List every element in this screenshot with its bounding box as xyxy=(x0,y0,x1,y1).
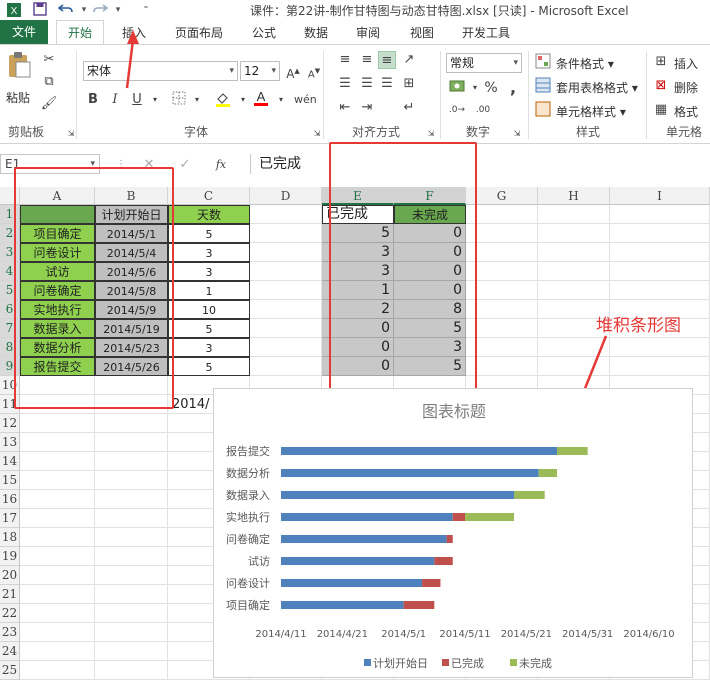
category-label: 数据录入 xyxy=(226,488,270,502)
bar-plan-start xyxy=(281,469,539,477)
x-tick-label: 2014/4/21 xyxy=(317,629,368,640)
bar-done xyxy=(434,557,453,565)
bar-plan-start xyxy=(281,579,423,587)
legend-label: 计划开始日 xyxy=(373,656,428,670)
bar-todo xyxy=(465,513,515,521)
bar-todo xyxy=(514,491,545,499)
bar-plan-start xyxy=(281,447,557,455)
bar-plan-start xyxy=(281,513,453,521)
category-label: 试访 xyxy=(248,555,270,568)
x-tick-label: 2014/5/31 xyxy=(562,629,613,640)
excel-window: X ▾ ▾ ⁼ 课件：第22讲-制作甘特图与动态甘特图.xlsx [只读] - … xyxy=(0,0,710,700)
category-label: 实地执行 xyxy=(226,510,270,524)
legend-label: 已完成 xyxy=(451,656,484,670)
x-tick-label: 2014/6/10 xyxy=(623,629,674,640)
bar-done xyxy=(446,535,453,543)
category-label: 数据分析 xyxy=(226,466,270,480)
category-label: 报告提交 xyxy=(226,444,270,458)
bar-plan-start xyxy=(281,557,435,565)
legend-swatch xyxy=(364,659,371,666)
x-tick-label: 2014/5/1 xyxy=(381,629,426,640)
bar-plan-start xyxy=(281,535,447,543)
x-tick-label: 2014/4/11 xyxy=(255,629,306,640)
bar-todo xyxy=(538,469,557,477)
bar-done xyxy=(452,513,465,521)
bar-done xyxy=(403,601,435,609)
chart-title: 图表标题 xyxy=(422,402,486,421)
x-tick-label: 2014/5/21 xyxy=(501,629,552,640)
category-label: 问卷设计 xyxy=(226,576,270,590)
chart-canvas: 图表标题项目确定 问卷设计 试访 问卷确定 实地执行 数据录入 数据分析 报告提交 2014/4… xyxy=(226,402,675,670)
annotation-label: 堆积条形图 xyxy=(596,316,681,336)
bar-plan-start xyxy=(281,601,404,609)
category-label: 项目确定 xyxy=(226,598,270,612)
stacked-bar-chart[interactable]: 图表标题项目确定 问卷设计 试访 问卷确定 实地执行 数据录入 数据分析 报告提交 2014/4… xyxy=(213,388,693,678)
legend-swatch xyxy=(442,659,449,666)
bar-done xyxy=(422,579,441,587)
category-label: 问卷确定 xyxy=(226,532,270,546)
x-tick-label: 2014/5/11 xyxy=(439,629,490,640)
bar-plan-start xyxy=(281,491,515,499)
legend-swatch xyxy=(510,659,517,666)
bar-todo xyxy=(557,447,588,455)
legend-label: 未完成 xyxy=(519,656,552,670)
